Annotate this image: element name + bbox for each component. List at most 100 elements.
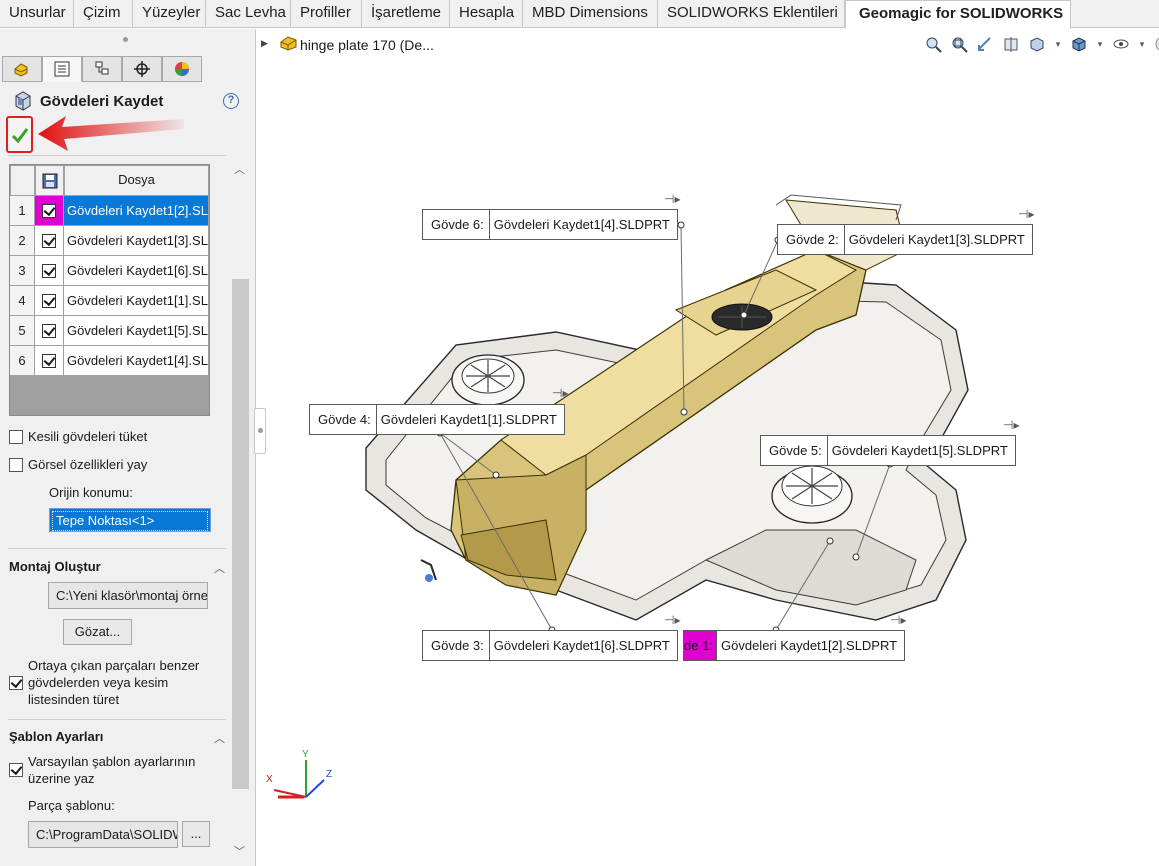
tab-geomagic[interactable]: Geomagic for SOLIDWORKS bbox=[845, 0, 1071, 29]
crosshair-icon bbox=[134, 61, 150, 77]
display-style-icon[interactable] bbox=[1068, 33, 1090, 55]
browse-template-button[interactable]: ... bbox=[182, 821, 210, 847]
assembly-path-field[interactable]: C:\Yeni klasör\montaj örne bbox=[48, 582, 208, 609]
table-row-filename[interactable]: Gövdeleri Kaydet1[3].SL bbox=[64, 226, 209, 256]
table-header-file: Dosya bbox=[64, 165, 209, 196]
browse-button[interactable]: Gözat... bbox=[63, 619, 132, 645]
body-callout[interactable]: Gövde 3: Gövdeleri Kaydet1[6].SLDPRT bbox=[422, 630, 678, 661]
table-row-filename[interactable]: Gövdeleri Kaydet1[6].SL bbox=[64, 256, 209, 286]
tab-feature-tree[interactable] bbox=[2, 56, 42, 82]
consume-cut-bodies-checkbox[interactable] bbox=[9, 430, 23, 444]
divider bbox=[8, 155, 226, 156]
consume-cut-bodies-option[interactable]: Kesili gövdeleri tüket bbox=[9, 429, 147, 444]
table-row-filename[interactable]: Gövdeleri Kaydet1[1].SL bbox=[64, 286, 209, 316]
row-save-checkbox[interactable] bbox=[35, 346, 64, 376]
scroll-thumb[interactable] bbox=[232, 279, 249, 789]
zoom-to-fit-icon[interactable] bbox=[922, 33, 944, 55]
body-callout-name: Gövdeleri Kaydet1[6].SLDPRT bbox=[493, 638, 670, 653]
property-manager-panel: Gövdeleri Kaydet ? Dosya 1 Gövdeleri Kay… bbox=[0, 29, 256, 866]
tab-solidworks-addins[interactable]: SOLIDWORKS Eklentileri bbox=[658, 0, 845, 28]
panel-scrollbar[interactable]: ︿ ﹀ bbox=[230, 159, 250, 861]
table-row-filename[interactable]: Gövdeleri Kaydet1[2].SL bbox=[64, 196, 209, 226]
tab-markup[interactable]: İşaretleme bbox=[362, 0, 450, 28]
help-icon[interactable]: ? bbox=[223, 93, 239, 109]
collapse-section-icon[interactable]: ︿ bbox=[214, 560, 225, 576]
tab-sheet-metal[interactable]: Sac Levha bbox=[206, 0, 291, 28]
row-save-checkbox[interactable] bbox=[35, 226, 64, 256]
template-settings-section-title: Şablon Ayarları bbox=[9, 729, 104, 744]
pin-icon[interactable]: ⊣▸ bbox=[1003, 418, 1019, 432]
body-callout-name: Gövdeleri Kaydet1[4].SLDPRT bbox=[493, 217, 670, 232]
appearance-icon bbox=[175, 62, 189, 76]
body-callout[interactable]: Gövde 4: Gövdeleri Kaydet1[1].SLDPRT bbox=[309, 404, 565, 435]
pin-icon[interactable]: ⊣▸ bbox=[552, 386, 568, 400]
dropdown-icon[interactable]: ▾ bbox=[1136, 33, 1148, 55]
tab-evaluate[interactable]: Hesapla bbox=[450, 0, 523, 28]
tab-mbd-dimensions[interactable]: MBD Dimensions bbox=[523, 0, 658, 28]
hide-show-items-icon[interactable] bbox=[1110, 33, 1132, 55]
body-callout[interactable]: Gövde 5: Gövdeleri Kaydet1[5].SLDPRT bbox=[760, 435, 1016, 466]
command-manager-tabs: Unsurlar Çizim Yüzeyler Sac Levha Profil… bbox=[0, 0, 1159, 29]
pin-icon[interactable]: ⊣▸ bbox=[664, 613, 680, 627]
row-save-checkbox[interactable] bbox=[35, 256, 64, 286]
part-icon bbox=[280, 36, 297, 51]
body-callout[interactable]: Gövde 6: Gövdeleri Kaydet1[4].SLDPRT bbox=[422, 209, 678, 240]
collapse-section-icon[interactable]: ︿ bbox=[214, 730, 225, 746]
override-template-option[interactable]: Varsayılan şablon ayarlarının üzerine ya… bbox=[9, 753, 209, 787]
page-title: Gövdeleri Kaydet bbox=[40, 93, 164, 110]
origin-selection-field[interactable]: Tepe Noktası<1> bbox=[49, 508, 211, 532]
body-callout-tag: Gövde 4: bbox=[310, 405, 377, 434]
tab-dimxpert[interactable] bbox=[122, 56, 162, 82]
derive-parts-option[interactable]: Ortaya çıkan parçaları benzer gövdelerde… bbox=[9, 657, 209, 708]
derive-parts-label: Ortaya çıkan parçaları benzer gövdelerde… bbox=[28, 658, 200, 707]
zoom-to-area-icon[interactable] bbox=[948, 33, 970, 55]
tab-configuration-manager[interactable] bbox=[82, 56, 122, 82]
body-callout-tag: Gövde 5: bbox=[761, 436, 828, 465]
part-name-label[interactable]: hinge plate 170 (De... bbox=[300, 37, 434, 53]
derive-parts-checkbox[interactable] bbox=[9, 676, 23, 690]
body-callout-tag: Gövde 3: bbox=[423, 631, 490, 660]
tree-expand-icon[interactable]: ▶ bbox=[261, 38, 268, 49]
triad-x-label: X bbox=[266, 774, 273, 785]
row-save-checkbox[interactable] bbox=[35, 286, 64, 316]
checkmark-icon bbox=[11, 127, 28, 143]
table-row-number: 6 bbox=[10, 346, 35, 376]
divider bbox=[8, 719, 226, 720]
edit-appearance-icon[interactable] bbox=[1152, 33, 1159, 55]
previous-view-icon[interactable] bbox=[974, 33, 996, 55]
tab-sketch[interactable]: Çizim bbox=[74, 0, 133, 28]
body-callout[interactable]: Gövde 2: Gövdeleri Kaydet1[3].SLDPRT bbox=[777, 224, 1033, 255]
override-template-checkbox[interactable] bbox=[9, 763, 23, 777]
row-save-checkbox[interactable] bbox=[35, 196, 64, 226]
table-row-number: 4 bbox=[10, 286, 35, 316]
ok-button[interactable] bbox=[6, 116, 33, 153]
part-template-label: Parça şablonu: bbox=[28, 798, 115, 813]
model-viewport[interactable]: Y X Z bbox=[256, 60, 1156, 820]
scroll-down-icon[interactable]: ﹀ bbox=[234, 843, 245, 859]
tab-weldments[interactable]: Profiller bbox=[291, 0, 362, 28]
propagate-visual-checkbox[interactable] bbox=[9, 458, 23, 472]
dropdown-icon[interactable]: ▾ bbox=[1052, 33, 1064, 55]
dropdown-icon[interactable]: ▾ bbox=[1094, 33, 1106, 55]
table-row-filename[interactable]: Gövdeleri Kaydet1[4].SL bbox=[64, 346, 209, 376]
body-callout-selected[interactable]: de 1: Gövdeleri Kaydet1[2].SLDPRT bbox=[683, 630, 906, 661]
tab-property-manager[interactable] bbox=[42, 56, 82, 82]
pin-icon[interactable]: ⊣▸ bbox=[1018, 207, 1034, 221]
propagate-visual-option[interactable]: Görsel özellikleri yay bbox=[9, 457, 147, 472]
body-callout-tag: Gövde 6: bbox=[423, 210, 490, 239]
panel-grip[interactable] bbox=[123, 37, 128, 42]
view-orientation-icon[interactable] bbox=[1026, 33, 1048, 55]
scroll-up-icon[interactable]: ︿ bbox=[234, 161, 245, 177]
row-save-checkbox[interactable] bbox=[35, 316, 64, 346]
part-template-path-field[interactable]: C:\ProgramData\SOLIDW bbox=[28, 821, 178, 848]
tab-features[interactable]: Unsurlar bbox=[0, 0, 74, 28]
table-row-filename[interactable]: Gövdeleri Kaydet1[5].SL bbox=[64, 316, 209, 346]
section-view-icon[interactable] bbox=[1000, 33, 1022, 55]
table-row-number: 5 bbox=[10, 316, 35, 346]
pin-icon[interactable]: ⊣▸ bbox=[664, 192, 680, 206]
tab-surfaces[interactable]: Yüzeyler bbox=[133, 0, 206, 28]
coordinate-triad: Y X Z bbox=[266, 749, 332, 799]
pin-icon[interactable]: ⊣▸ bbox=[890, 613, 906, 627]
tab-display-manager[interactable] bbox=[162, 56, 202, 82]
divider bbox=[8, 548, 226, 549]
